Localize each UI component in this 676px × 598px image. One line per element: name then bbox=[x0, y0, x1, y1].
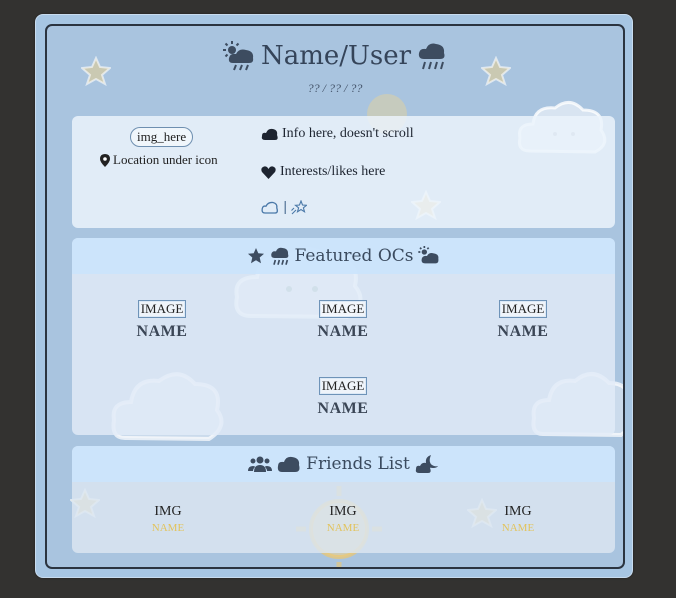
cloud-outline-icon[interactable] bbox=[261, 201, 279, 214]
oc-image: IMAGE bbox=[318, 300, 368, 318]
friend-image: IMG bbox=[504, 504, 532, 519]
friends-list-header: Friends List bbox=[72, 446, 615, 482]
users-icon bbox=[248, 455, 273, 473]
profile-frame: Name/User ?? / ?? / ?? img_here Location… bbox=[35, 14, 633, 578]
cloud-rain-icon bbox=[270, 246, 290, 266]
oc-name: NAME bbox=[136, 323, 188, 340]
location: Location under icon bbox=[100, 152, 218, 168]
location-text: Location under icon bbox=[113, 152, 218, 167]
friend-card[interactable]: IMG NAME bbox=[108, 504, 228, 534]
friend-name: NAME bbox=[501, 522, 535, 534]
oc-card[interactable]: IMAGE NAME bbox=[283, 298, 403, 341]
profile-info-card: img_here Location under icon Info here, … bbox=[72, 116, 615, 228]
interests-line: Interests/likes here bbox=[261, 164, 385, 180]
page-header: Name/User bbox=[47, 36, 623, 76]
friend-name: NAME bbox=[151, 522, 185, 534]
friend-name: NAME bbox=[326, 522, 360, 534]
oc-image: IMAGE bbox=[318, 377, 368, 395]
oc-image: IMAGE bbox=[137, 300, 187, 318]
oc-card[interactable]: IMAGE NAME bbox=[102, 298, 222, 341]
oc-card[interactable]: IMAGE NAME bbox=[463, 298, 583, 341]
profile-image-placeholder: img_here bbox=[130, 127, 194, 147]
sun-cloud-rain-icon bbox=[222, 41, 255, 71]
heart-icon bbox=[261, 165, 276, 179]
page-title: Name/User bbox=[260, 41, 412, 71]
cloud-rain-icon bbox=[417, 41, 447, 71]
featured-ocs-title: Featured OCs bbox=[294, 246, 414, 266]
star-icon bbox=[247, 247, 265, 265]
friend-image: IMG bbox=[329, 504, 357, 519]
friend-card[interactable]: IMG NAME bbox=[458, 504, 578, 534]
friend-card[interactable]: IMG NAME bbox=[283, 504, 403, 534]
profile-date: ?? / ?? / ?? bbox=[307, 81, 363, 95]
friends-list-section: Friends List IMG NAME IMG NAME IMG NAME bbox=[72, 446, 615, 553]
oc-name: NAME bbox=[317, 400, 369, 417]
profile-icon-row: | bbox=[261, 200, 308, 215]
cloud-icon bbox=[261, 128, 279, 141]
oc-name: NAME bbox=[497, 323, 549, 340]
oc-image: IMAGE bbox=[498, 300, 548, 318]
cloud-icon bbox=[277, 455, 301, 473]
shooting-star-icon[interactable] bbox=[291, 200, 308, 215]
info-line: Info here, doesn't scroll bbox=[261, 126, 414, 142]
interests-text: Interests/likes here bbox=[280, 164, 386, 179]
oc-name: NAME bbox=[317, 323, 369, 340]
sun-cloud-icon bbox=[418, 246, 440, 266]
icon-separator: | bbox=[283, 200, 288, 215]
profile-panel: Name/User ?? / ?? / ?? img_here Location… bbox=[45, 24, 625, 569]
info-text: Info here, doesn't scroll bbox=[282, 126, 414, 141]
moon-cloud-icon bbox=[415, 454, 439, 474]
featured-ocs-header: Featured OCs bbox=[72, 238, 615, 274]
featured-ocs-section: Featured OCs IMAGE NAME IMAGE NAME IMAGE… bbox=[72, 238, 615, 435]
friend-image: IMG bbox=[154, 504, 182, 519]
friends-list-title: Friends List bbox=[306, 454, 410, 474]
map-pin-icon bbox=[100, 153, 110, 167]
oc-card[interactable]: IMAGE NAME bbox=[283, 375, 403, 418]
